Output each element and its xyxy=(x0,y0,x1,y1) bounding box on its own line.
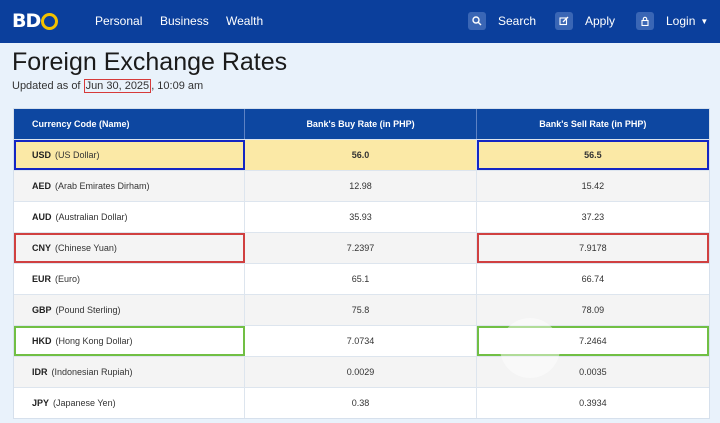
buy-rate-cell: 75.8 xyxy=(245,295,477,325)
sell-rate-cell: 7.9178 xyxy=(476,233,709,263)
buy-rate-cell: 7.0734 xyxy=(245,326,477,356)
currency-name: (Arab Emirates Dirham) xyxy=(55,181,150,191)
table-row: EUR (Euro) 65.1 66.74 xyxy=(14,263,709,294)
sell-rate-cell: 66.74 xyxy=(581,274,605,284)
search-button[interactable]: Search xyxy=(468,11,536,31)
header-sell-rate: Bank's Sell Rate (in PHP) xyxy=(539,119,647,129)
table-row: GBP (Pound Sterling) 75.8 78.09 xyxy=(14,294,709,325)
nav-business[interactable]: Business xyxy=(160,14,209,28)
table-row: AED (Arab Emirates Dirham) 12.98 15.42 xyxy=(14,170,709,201)
edit-icon xyxy=(555,12,573,30)
currency-cell: HKD (Hong Kong Dollar) xyxy=(14,326,246,356)
currency-code: JPY xyxy=(32,398,50,408)
watermark-logo xyxy=(500,318,560,378)
updated-date: Jun 30, 2025 xyxy=(83,79,152,93)
currency-name: (Australian Dollar) xyxy=(55,212,128,222)
buy-rate-cell: 0.0029 xyxy=(245,357,477,387)
sell-rate-cell: 37.23 xyxy=(581,212,605,222)
updated-time: , 10:09 am xyxy=(151,80,204,92)
apply-label: Apply xyxy=(585,14,616,28)
header-currency: Currency Code (Name) xyxy=(14,109,246,139)
currency-code: USD xyxy=(32,150,52,160)
search-icon xyxy=(468,12,486,30)
nav-personal[interactable]: Personal xyxy=(95,14,142,28)
currency-cell: AED (Arab Emirates Dirham) xyxy=(14,171,246,201)
chevron-down-icon: ▼ xyxy=(700,16,709,26)
sell-rate-cell: 0.3934 xyxy=(579,398,607,408)
currency-code: AUD xyxy=(32,212,52,222)
currency-name: (Japanese Yen) xyxy=(53,398,116,408)
table-row: IDR (Indonesian Rupiah) 0.0029 0.0035 xyxy=(14,356,709,387)
page-title: Foreign Exchange Rates xyxy=(12,48,288,76)
top-nav: BD Personal Business Wealth Search Apply… xyxy=(0,0,720,43)
currency-code: EUR xyxy=(32,274,52,284)
apply-button[interactable]: Apply xyxy=(555,11,615,31)
nav-wealth[interactable]: Wealth xyxy=(226,14,263,28)
currency-cell: EUR (Euro) xyxy=(14,264,246,294)
buy-rate-cell: 56.0 xyxy=(245,140,477,170)
currency-cell: IDR (Indonesian Rupiah) xyxy=(14,357,246,387)
login-button[interactable]: Login ▼ xyxy=(636,11,708,31)
login-label: Login xyxy=(666,14,696,28)
header-buy-rate: Bank's Buy Rate (in PHP) xyxy=(245,109,477,139)
sell-rate-cell: 56.5 xyxy=(476,140,709,170)
fx-rates-table: Currency Code (Name) Bank's Buy Rate (in… xyxy=(13,108,710,419)
currency-cell: CNY (Chinese Yuan) xyxy=(14,233,246,263)
currency-name: (Indonesian Rupiah) xyxy=(51,367,133,377)
currency-name: (Hong Kong Dollar) xyxy=(55,336,133,346)
updated-timestamp: Updated as of Jun 30, 2025, 10:09 am xyxy=(12,79,204,93)
table-row: AUD (Australian Dollar) 35.93 37.23 xyxy=(14,201,709,232)
currency-code: CNY xyxy=(32,243,52,253)
buy-rate-cell: 35.93 xyxy=(245,202,477,232)
table-row: USD (US Dollar) 56.0 56.5 xyxy=(14,139,709,170)
buy-rate-cell: 12.98 xyxy=(245,171,477,201)
logo-o-mark xyxy=(41,12,59,30)
sell-rate-cell: 78.09 xyxy=(581,305,605,315)
lock-icon xyxy=(636,12,654,30)
bdo-logo[interactable]: BD xyxy=(12,10,59,32)
search-label: Search xyxy=(498,14,537,28)
currency-name: (US Dollar) xyxy=(55,150,100,160)
sell-rate-cell: 15.42 xyxy=(581,181,605,191)
currency-code: AED xyxy=(32,181,52,191)
buy-rate-cell: 7.2397 xyxy=(245,233,477,263)
table-header: Currency Code (Name) Bank's Buy Rate (in… xyxy=(14,109,709,139)
currency-name: (Chinese Yuan) xyxy=(55,243,117,253)
table-row: HKD (Hong Kong Dollar) 7.0734 7.2464 xyxy=(14,325,709,356)
currency-name: (Euro) xyxy=(55,274,81,284)
table-row: JPY (Japanese Yen) 0.38 0.3934 xyxy=(14,387,709,418)
logo-text: BD xyxy=(12,10,41,32)
table-row: CNY (Chinese Yuan) 7.2397 7.9178 xyxy=(14,232,709,263)
currency-cell: USD (US Dollar) xyxy=(14,140,246,170)
currency-cell: AUD (Australian Dollar) xyxy=(14,202,246,232)
currency-cell: JPY (Japanese Yen) xyxy=(14,388,246,418)
currency-name: (Pound Sterling) xyxy=(55,305,121,315)
currency-code: HKD xyxy=(32,336,52,346)
buy-rate-cell: 0.38 xyxy=(245,388,477,418)
currency-cell: GBP (Pound Sterling) xyxy=(14,295,246,325)
currency-code: IDR xyxy=(32,367,48,377)
updated-prefix: Updated as of xyxy=(12,80,84,92)
buy-rate-cell: 65.1 xyxy=(245,264,477,294)
currency-code: GBP xyxy=(32,305,52,315)
